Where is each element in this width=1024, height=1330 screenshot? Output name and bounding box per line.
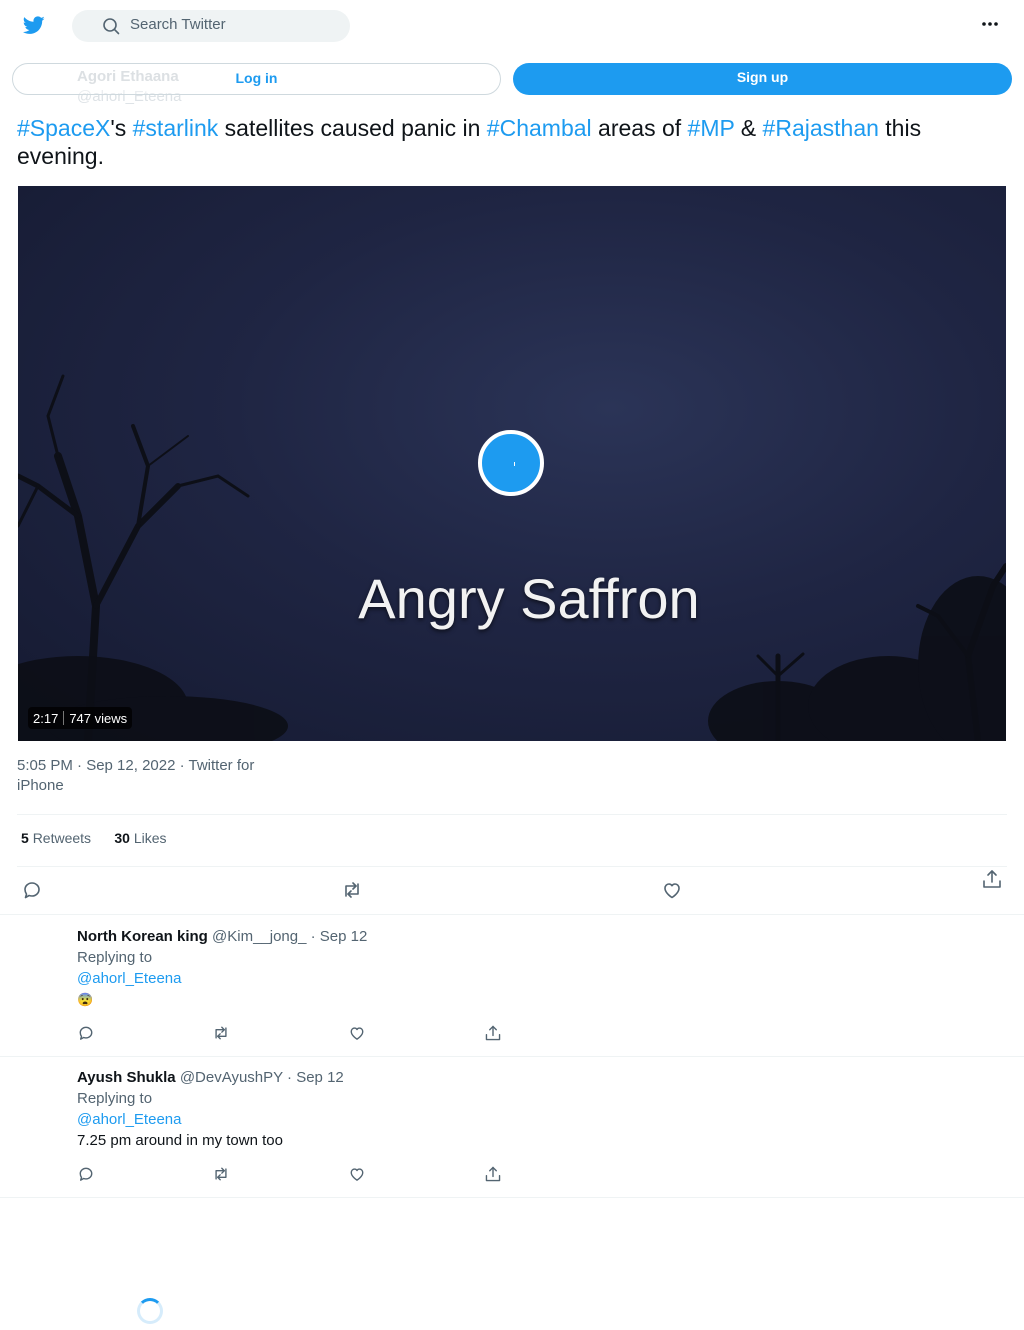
likes-stat[interactable]: 30 Likes — [114, 830, 166, 846]
like-icon[interactable] — [348, 1165, 366, 1183]
reply-author-name[interactable]: Ayush Shukla — [77, 1069, 176, 1086]
video-overlay-text: Angry Saffron — [358, 567, 700, 630]
play-button-icon[interactable] — [478, 430, 544, 496]
hashtag-spacex[interactable]: #SpaceX — [17, 115, 110, 141]
divider — [0, 1056, 1024, 1057]
reply-icon[interactable] — [77, 1024, 95, 1042]
likes-label: Likes — [133, 830, 167, 846]
like-icon[interactable] — [661, 879, 683, 901]
reply-icon[interactable] — [21, 879, 43, 901]
reply-author-name[interactable]: North Korean king — [77, 928, 208, 945]
tweet-text: #SpaceX's #starlink satellites caused pa… — [17, 114, 1007, 170]
tweet-stats: 5 Retweets 30 Likes — [21, 830, 167, 846]
reply-text: 😨 — [77, 992, 94, 1007]
hashtag-mp[interactable]: #MP — [688, 115, 735, 141]
more-dots-icon[interactable] — [980, 16, 1000, 32]
likes-count: 30 — [114, 830, 130, 846]
divider — [0, 1197, 1024, 1198]
retweets-count: 5 — [21, 830, 29, 846]
tweet-text-part: & — [734, 115, 763, 141]
tweet-timestamp[interactable]: 5:05 PM · Sep 12, 2022 · Twitter for iPh… — [17, 756, 277, 796]
reply-tweet[interactable]: Ayush Shukla @DevAyushPY · Sep 12 Replyi… — [77, 1067, 344, 1151]
video-info-badge: 2:17 747 views — [28, 707, 133, 729]
login-label: Log in — [235, 70, 278, 86]
reply-header: Ayush Shukla @DevAyushPY · Sep 12 — [77, 1067, 344, 1088]
hashtag-chambal[interactable]: #Chambal — [487, 115, 592, 141]
timestamp-line-1: 5:05 PM · Sep 12, 2022 · Twitter for — [17, 757, 255, 774]
tweet-text-part: 's — [110, 115, 133, 141]
signup-button[interactable]: Sign up — [513, 63, 1012, 95]
reply-tweet[interactable]: North Korean king @Kim__jong_ · Sep 12 R… — [77, 926, 367, 1010]
reply-icon[interactable] — [77, 1165, 95, 1183]
loading-spinner-icon — [137, 1298, 163, 1324]
reply-text: 7.25 pm around in my town too — [77, 1132, 283, 1149]
hashtag-starlink[interactable]: #starlink — [133, 115, 219, 141]
reply-date[interactable]: · Sep 12 — [287, 1069, 344, 1086]
divider — [0, 914, 1024, 915]
reply-author-handle[interactable]: @Kim__jong_ — [212, 928, 306, 945]
tweet-text-part: satellites caused panic in — [218, 115, 487, 141]
tweet-text-part: areas of — [591, 115, 688, 141]
divider — [17, 814, 1007, 815]
like-icon[interactable] — [348, 1024, 366, 1042]
timestamp-line-2: iPhone — [17, 777, 64, 794]
retweets-stat[interactable]: 5 Retweets — [21, 830, 91, 846]
divider — [17, 866, 1007, 867]
video-player[interactable]: Angry Saffron 2:17 747 views — [18, 186, 1006, 741]
retweet-icon[interactable] — [341, 879, 363, 901]
hashtag-rajasthan[interactable]: #Rajasthan — [763, 115, 879, 141]
replying-to-label: Replying to — [77, 949, 153, 966]
video-views: 747 views — [69, 710, 128, 726]
twitter-logo-icon[interactable] — [22, 14, 46, 36]
share-icon[interactable] — [981, 868, 1003, 890]
replying-to-handle[interactable]: @ahorl_Eteena — [77, 1109, 344, 1130]
share-icon[interactable] — [484, 1165, 502, 1183]
reply-author-handle[interactable]: @DevAyushPY — [180, 1069, 283, 1086]
reply-header: North Korean king @Kim__jong_ · Sep 12 — [77, 926, 367, 947]
video-duration: 2:17 — [33, 710, 59, 726]
retweet-icon[interactable] — [212, 1165, 230, 1183]
replying-to-handle[interactable]: @ahorl_Eteena — [77, 968, 367, 989]
replying-to-label: Replying to — [77, 1090, 153, 1107]
search-icon — [102, 17, 120, 35]
login-button[interactable]: Log in — [12, 63, 501, 95]
retweet-icon[interactable] — [212, 1024, 230, 1042]
share-icon[interactable] — [484, 1024, 502, 1042]
search-input[interactable]: Search Twitter — [130, 16, 226, 33]
search-box[interactable]: Search Twitter — [72, 10, 350, 42]
signup-label: Sign up — [736, 69, 789, 85]
reply-date[interactable]: · Sep 12 — [311, 928, 368, 945]
badge-divider — [63, 711, 65, 725]
retweets-label: Retweets — [32, 830, 92, 846]
